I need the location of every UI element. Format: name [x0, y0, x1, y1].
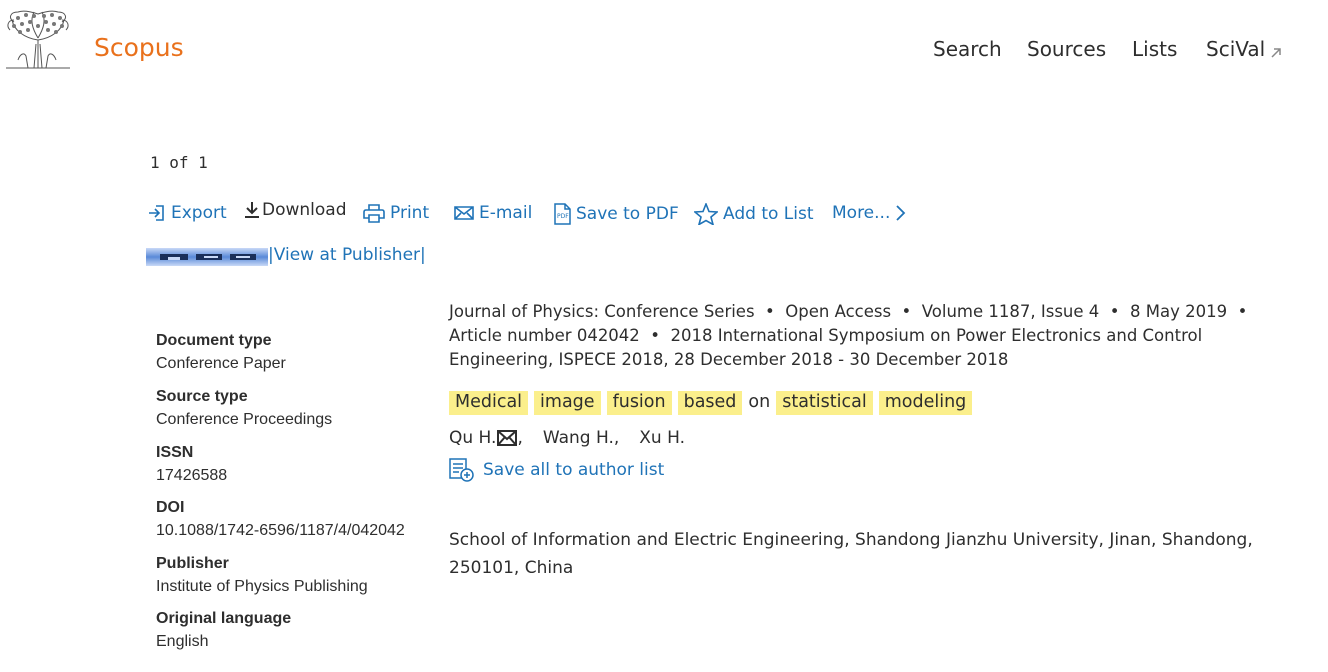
title-word: based	[677, 391, 743, 415]
save-all-to-author-list-button[interactable]: Save all to author list	[449, 458, 664, 482]
envelope-icon[interactable]	[497, 430, 518, 446]
title-word: statistical	[776, 391, 873, 415]
pdf-icon: PDF	[554, 203, 571, 225]
elsevier-logo-icon[interactable]	[4, 10, 72, 70]
more-button[interactable]: More...	[832, 203, 906, 223]
chevron-right-icon	[896, 205, 906, 221]
add-to-list-label: Add to List	[723, 204, 814, 224]
affiliation: School of Information and Electric Engin…	[449, 530, 1253, 578]
nav-scival[interactable]: SciVal	[1206, 37, 1265, 61]
export-label: Export	[171, 203, 227, 223]
result-paging: 1 of 1	[150, 153, 208, 172]
view-at-publisher-link[interactable]: |View at Publisher|	[268, 245, 426, 265]
publisher-label: Publisher	[156, 555, 229, 572]
nav-sources[interactable]: Sources	[1027, 37, 1106, 61]
author-link[interactable]: Qu H.	[449, 428, 496, 448]
download-button[interactable]: Download	[243, 200, 347, 220]
export-icon	[149, 205, 164, 221]
print-icon	[363, 204, 385, 223]
save-all-to-author-list-label: Save all to author list	[483, 460, 665, 480]
original-language-value: English	[156, 633, 209, 650]
author-link[interactable]: Wang H.,	[543, 428, 619, 448]
separator: |	[420, 245, 426, 265]
document-type-label: Document type	[156, 332, 272, 349]
external-link-icon	[1269, 45, 1283, 59]
doi-label: DOI	[156, 499, 185, 516]
brand-name[interactable]: Scopus	[94, 33, 184, 62]
title-word: modeling	[878, 391, 973, 415]
save-pdf-label: Save to PDF	[576, 204, 679, 224]
email-icon	[454, 206, 474, 220]
save-pdf-button[interactable]: PDF Save to PDF	[553, 203, 679, 225]
more-label: More...	[832, 203, 891, 223]
title-word: on	[748, 392, 771, 412]
download-icon	[245, 202, 259, 218]
nav-search[interactable]: Search	[933, 37, 1002, 61]
publisher-value: Institute of Physics Publishing	[156, 578, 368, 595]
source-type-value: Conference Proceedings	[156, 411, 333, 428]
doi-value: 10.1088/1742-6596/1187/4/042042	[156, 522, 405, 539]
issn-label: ISSN	[156, 444, 194, 461]
download-label: Download	[262, 200, 347, 220]
email-button[interactable]: E-mail	[454, 203, 532, 223]
add-to-list-button[interactable]: Add to List	[694, 203, 814, 225]
nav-lists[interactable]: Lists	[1132, 37, 1177, 61]
document-title: Medical image fusion based on statistica…	[449, 391, 978, 415]
issn-value: 17426588	[156, 467, 228, 484]
author-separator: ,	[517, 428, 523, 448]
svg-text:PDF: PDF	[557, 213, 569, 220]
title-word: image	[534, 391, 601, 415]
source-info: Journal of Physics: Conference Series • …	[449, 302, 1258, 369]
original-language-label: Original language	[156, 610, 292, 627]
author-list: Qu H. , Wang H., Xu H.	[449, 428, 685, 448]
view-at-publisher-label: View at Publisher	[273, 245, 421, 265]
export-button[interactable]: Export	[148, 203, 227, 223]
author-list-add-icon	[449, 458, 474, 482]
email-label: E-mail	[479, 203, 533, 223]
full-text-badge[interactable]	[146, 248, 268, 266]
title-word: fusion	[606, 391, 672, 415]
document-type-value: Conference Paper	[156, 355, 286, 372]
author-link[interactable]: Xu H.	[639, 428, 685, 448]
source-type-label: Source type	[156, 388, 248, 405]
print-label: Print	[390, 203, 430, 223]
title-word: Medical	[449, 391, 529, 415]
star-icon	[694, 203, 718, 225]
print-button[interactable]: Print	[363, 203, 429, 223]
